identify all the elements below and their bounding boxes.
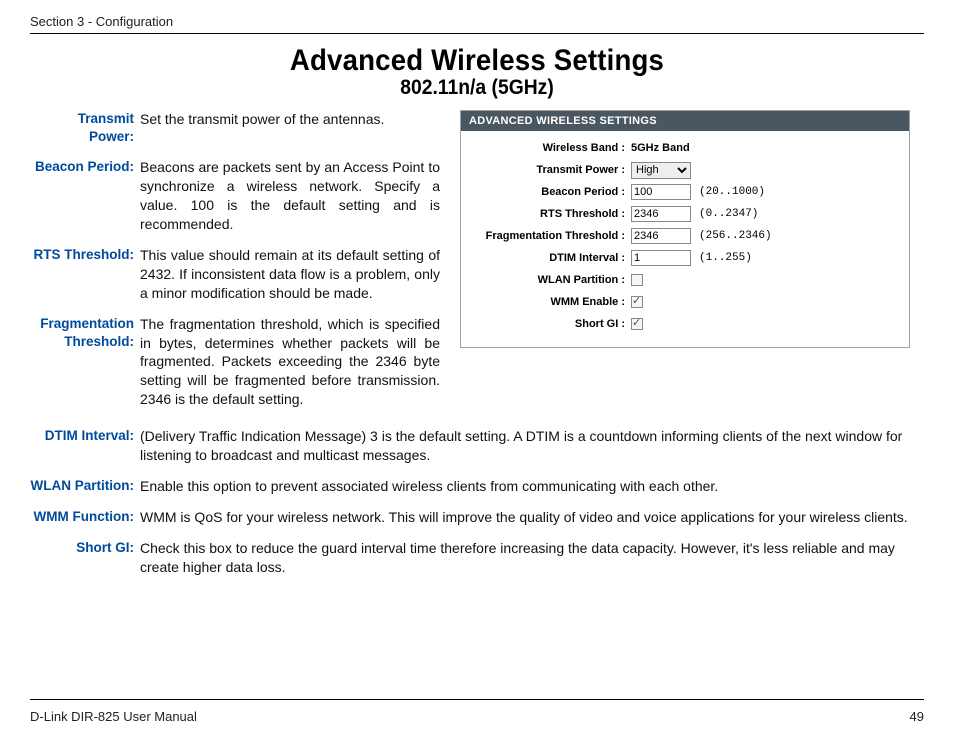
form-label: WLAN Partition :: [471, 274, 631, 286]
def-transmit-power: Transmit Power: Set the transmit power o…: [30, 110, 440, 146]
row-wlan-partition: WLAN Partition :: [471, 271, 899, 289]
def-desc: (Delivery Traffic Indication Message) 3 …: [140, 427, 924, 465]
footer: D-Link DIR-825 User Manual 49: [30, 709, 924, 724]
form-label: Beacon Period :: [471, 186, 631, 198]
form-label: RTS Threshold :: [471, 208, 631, 220]
rts-threshold-input[interactable]: [631, 206, 691, 222]
row-short-gi: Short GI :: [471, 315, 899, 333]
panel-body: Wireless Band : 5GHz Band Transmit Power…: [461, 131, 909, 347]
form-label: DTIM Interval :: [471, 252, 631, 264]
beacon-period-range: (20..1000): [699, 186, 765, 198]
row-rts-threshold: RTS Threshold : (0..2347): [471, 205, 899, 223]
row-fragmentation: Fragmentation Threshold : (256..2346): [471, 227, 899, 245]
def-desc: The fragmentation threshold, which is sp…: [140, 315, 440, 409]
def-fragmentation: Fragmentation Threshold: The fragmentati…: [30, 315, 440, 409]
fragmentation-range: (256..2346): [699, 230, 772, 242]
def-desc: Beacons are packets sent by an Access Po…: [140, 158, 440, 234]
row-wmm-enable: WMM Enable :: [471, 293, 899, 311]
def-short-gi: Short GI: Check this box to reduce the g…: [30, 539, 924, 577]
rts-threshold-range: (0..2347): [699, 208, 758, 220]
def-desc: WMM is QoS for your wireless network. Th…: [140, 508, 924, 527]
def-desc: Enable this option to prevent associated…: [140, 477, 924, 496]
def-term: WMM Function:: [30, 508, 140, 527]
dtim-interval-input[interactable]: [631, 250, 691, 266]
def-dtim-interval: DTIM Interval: (Delivery Traffic Indicat…: [30, 427, 924, 465]
def-term: WLAN Partition:: [30, 477, 140, 496]
form-label: WMM Enable :: [471, 296, 631, 308]
row-beacon-period: Beacon Period : (20..1000): [471, 183, 899, 201]
def-rts-threshold: RTS Threshold: This value should remain …: [30, 246, 440, 303]
def-term: DTIM Interval:: [30, 427, 140, 465]
short-gi-checkbox[interactable]: [631, 318, 643, 330]
row-wireless-band: Wireless Band : 5GHz Band: [471, 139, 899, 157]
bottom-rule: [30, 699, 924, 700]
def-wmm-function: WMM Function: WMM is QoS for your wirele…: [30, 508, 924, 527]
page-subtitle: 802.11n/a (5GHz): [66, 76, 888, 100]
form-label: Transmit Power :: [471, 164, 631, 176]
wireless-band-value: 5GHz Band: [631, 142, 690, 154]
beacon-period-input[interactable]: [631, 184, 691, 200]
def-desc: Set the transmit power of the antennas.: [140, 110, 440, 146]
page-number: 49: [910, 709, 924, 724]
def-desc: Check this box to reduce the guard inter…: [140, 539, 924, 577]
form-label: Short GI :: [471, 318, 631, 330]
row-transmit-power: Transmit Power : High: [471, 161, 899, 179]
page-title: Advanced Wireless Settings: [66, 44, 888, 78]
def-term: Transmit Power:: [30, 110, 140, 146]
def-term: RTS Threshold:: [30, 246, 140, 303]
fragmentation-input[interactable]: [631, 228, 691, 244]
def-term: Short GI:: [30, 539, 140, 577]
def-term: Beacon Period:: [30, 158, 140, 234]
def-beacon-period: Beacon Period: Beacons are packets sent …: [30, 158, 440, 234]
footer-left: D-Link DIR-825 User Manual: [30, 709, 197, 724]
def-wlan-partition: WLAN Partition: Enable this option to pr…: [30, 477, 924, 496]
wmm-enable-checkbox[interactable]: [631, 296, 643, 308]
form-label: Wireless Band :: [471, 142, 631, 154]
wlan-partition-checkbox[interactable]: [631, 274, 643, 286]
def-term: Fragmentation Threshold:: [30, 315, 140, 409]
section-header: Section 3 - Configuration: [30, 14, 924, 29]
top-rule: [30, 33, 924, 34]
settings-panel: ADVANCED WIRELESS SETTINGS Wireless Band…: [460, 110, 910, 348]
row-dtim-interval: DTIM Interval : (1..255): [471, 249, 899, 267]
dtim-interval-range: (1..255): [699, 252, 752, 264]
panel-header: ADVANCED WIRELESS SETTINGS: [461, 111, 909, 131]
def-desc: This value should remain at its default …: [140, 246, 440, 303]
form-label: Fragmentation Threshold :: [471, 230, 631, 242]
transmit-power-select[interactable]: High: [631, 162, 691, 179]
